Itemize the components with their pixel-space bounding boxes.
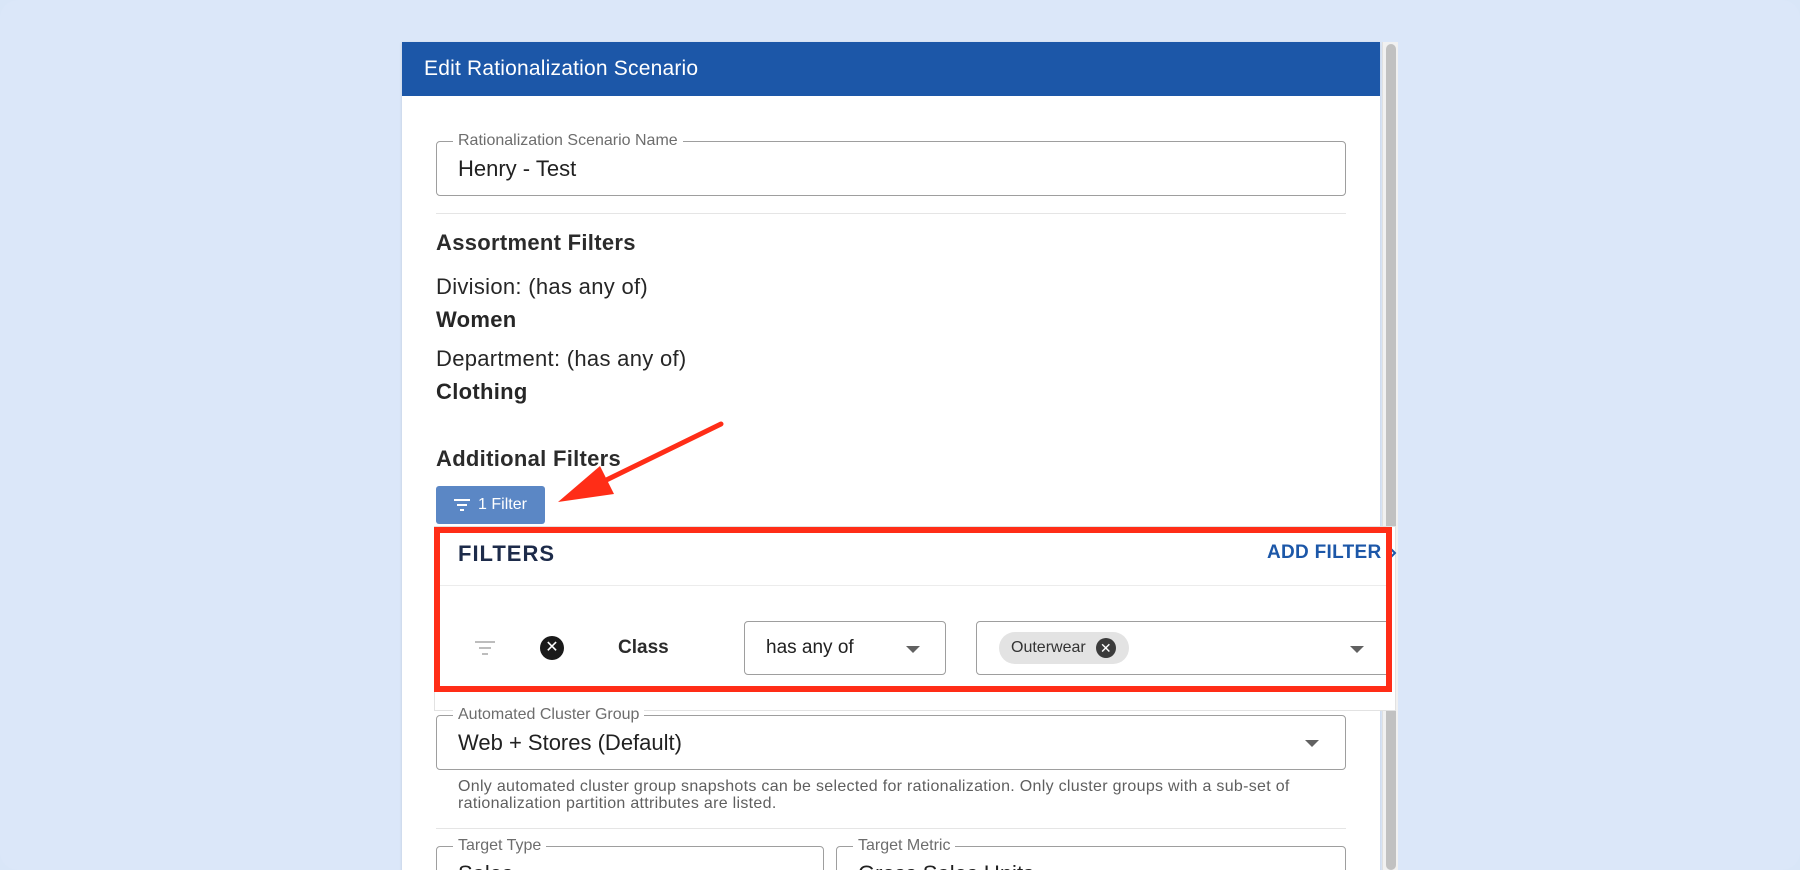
divider — [436, 213, 1346, 214]
chevron-down-icon — [1305, 740, 1319, 747]
division-filter-value: Women — [436, 307, 517, 332]
scrollbar-thumb[interactable] — [1386, 44, 1396, 870]
filter-list-icon — [454, 499, 471, 511]
target-type-select[interactable]: Target Type Sales — [436, 837, 824, 870]
assortment-filters-title: Assortment Filters — [436, 230, 636, 255]
cluster-group-value: Web + Stores (Default) — [458, 730, 682, 755]
scenario-name-field[interactable]: Rationalization Scenario Name Henry - Te… — [436, 132, 1346, 196]
cluster-group-label: Automated Cluster Group — [453, 706, 645, 724]
target-metric-label: Target Metric — [853, 837, 956, 855]
dialog-title: Edit Rationalization Scenario — [402, 42, 1380, 96]
cluster-group-select[interactable]: Automated Cluster Group Web + Stores (De… — [436, 706, 1346, 770]
scenario-name-label: Rationalization Scenario Name — [453, 132, 683, 150]
divider — [436, 828, 1346, 829]
annotation-arrow — [558, 421, 724, 502]
annotation-highlight-box — [434, 527, 1392, 692]
target-metric-value: Gross Sales Units — [858, 861, 1034, 870]
scenario-name-value: Henry - Test — [458, 156, 577, 181]
target-metric-select[interactable]: Target Metric Gross Sales Units — [836, 837, 1346, 870]
target-type-value: Sales — [458, 861, 513, 870]
division-filter-label: Division: (has any of) — [436, 274, 649, 299]
department-filter-label: Department: (has any of) — [436, 346, 687, 371]
cluster-group-helper-text: Only automated cluster group snapshots c… — [458, 778, 1290, 812]
filter-count-label: 1 Filter — [478, 496, 527, 513]
department-filter-value: Clothing — [436, 379, 528, 404]
target-type-label: Target Type — [453, 837, 547, 855]
filter-count-button[interactable]: 1 Filter — [436, 486, 545, 524]
